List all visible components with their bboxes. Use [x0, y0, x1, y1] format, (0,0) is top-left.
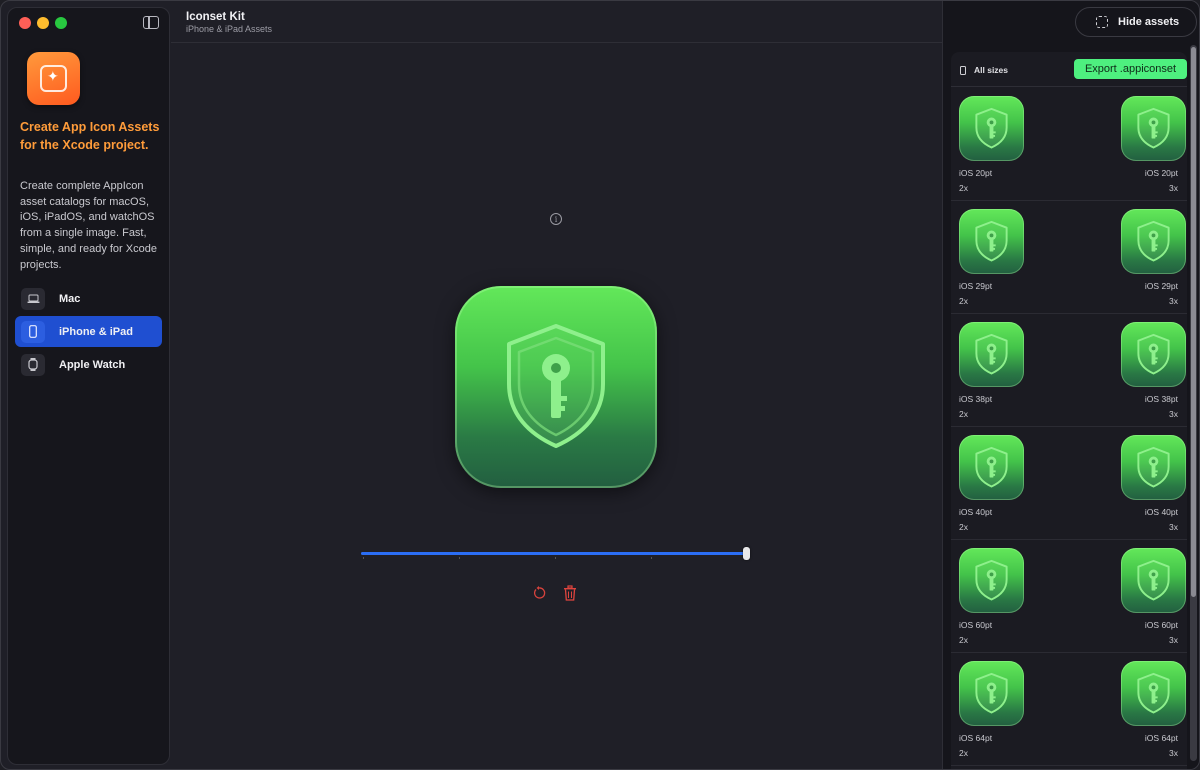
minimize-window-button[interactable] [37, 17, 49, 29]
size-slider[interactable] [361, 552, 747, 555]
assets-list: All sizes Export .appiconset iOS 20pt 2x… [951, 52, 1187, 769]
window-subtitle: iPhone & iPad Assets [186, 24, 273, 34]
delete-button[interactable] [561, 584, 579, 602]
app-icon-preview[interactable] [455, 286, 657, 488]
sidebar-headline: Create App Icon Assets for the Xcode pro… [20, 120, 160, 152]
asset-row: iOS 40pt 2x iOS 40pt 3x [951, 427, 1187, 540]
slider-tick [555, 557, 556, 559]
asset-size-label: iOS 64pt [959, 733, 993, 743]
sparkle-icon: ✦ [47, 68, 59, 84]
asset-scale-label: 2x [959, 522, 968, 532]
asset-thumbnail[interactable] [959, 548, 1024, 613]
slider-tick [363, 557, 364, 559]
asset-scale-label: 3x [1169, 635, 1178, 645]
window-title: Iconset Kit [186, 11, 245, 23]
asset-scale-label: 2x [959, 748, 968, 758]
sidebar-item-label: Mac [59, 292, 81, 305]
asset-row: iOS 29pt 2x iOS 29pt 3x [951, 201, 1187, 314]
dashed-square-icon [1096, 16, 1108, 28]
asset-row: iOS 38pt 2x iOS 38pt 3x [951, 314, 1187, 427]
app-window: ✦ Create App Icon Assets for the Xcode p… [0, 0, 1200, 770]
asset-thumbnail[interactable] [959, 322, 1024, 387]
export-appiconset-button[interactable]: Export .appiconset [1074, 59, 1187, 79]
asset-size-label: iOS 40pt [959, 507, 993, 517]
asset-scale-label: 2x [959, 296, 968, 306]
asset-thumbnail[interactable] [1121, 548, 1186, 613]
sidebar: ✦ Create App Icon Assets for the Xcode p… [7, 7, 170, 765]
slider-tick [651, 557, 652, 559]
reset-icon [533, 586, 546, 599]
asset-thumbnail[interactable] [959, 435, 1024, 500]
slider-knob[interactable] [743, 547, 750, 560]
asset-thumbnail[interactable] [959, 209, 1024, 274]
sidebar-description: Create complete AppIcon asset catalogs f… [20, 180, 157, 271]
asset-scale-label: 3x [1169, 183, 1178, 193]
sidebar-item-iphone-ipad[interactable]: iPhone & iPad [15, 316, 162, 347]
watch-icon [21, 353, 45, 376]
sidebar-item-label: iPhone & iPad [59, 325, 133, 338]
assets-panel: Hide assets All sizes Export .appiconset… [942, 1, 1199, 769]
laptop-icon [21, 287, 45, 310]
asset-row: iOS 64pt 2x iOS 64pt 3x [951, 653, 1187, 766]
app-logo: ✦ [27, 52, 80, 105]
zoom-window-button[interactable] [55, 17, 67, 29]
asset-size-label: iOS 64pt [1144, 733, 1178, 743]
phone-icon [21, 320, 45, 343]
sidebar-item-mac[interactable]: Mac [15, 283, 162, 314]
asset-size-label: iOS 20pt [959, 168, 993, 178]
asset-thumbnail[interactable] [1121, 435, 1186, 500]
asset-size-label: iOS 60pt [1144, 620, 1178, 630]
slider-tick [459, 557, 460, 559]
asset-row: iOS 20pt 2x iOS 20pt 3x [951, 88, 1187, 201]
asset-thumbnail[interactable] [1121, 209, 1186, 274]
sidebar-item-label: Apple Watch [59, 358, 126, 371]
asset-scale-label: 3x [1169, 522, 1178, 532]
hide-assets-button[interactable]: Hide assets [1075, 7, 1197, 37]
asset-size-label: iOS 29pt [959, 281, 993, 291]
phone-icon [960, 66, 966, 75]
hide-assets-label: Hide assets [1118, 16, 1180, 28]
asset-size-label: iOS 20pt [1144, 168, 1178, 178]
slider-fill [361, 552, 747, 555]
scrollbar-thumb[interactable] [1191, 47, 1196, 597]
asset-size-label: iOS 38pt [959, 394, 993, 404]
asset-thumbnail[interactable] [959, 96, 1024, 161]
reset-button[interactable] [530, 584, 548, 602]
asset-size-label: iOS 29pt [1144, 281, 1178, 291]
asset-thumbnail[interactable] [959, 661, 1024, 726]
asset-thumbnail[interactable] [1121, 322, 1186, 387]
sidebar-toggle-icon[interactable] [143, 16, 159, 29]
main-header: Iconset Kit iPhone & iPad Assets [171, 1, 942, 43]
asset-scale-label: 2x [959, 635, 968, 645]
asset-size-label: iOS 38pt [1144, 394, 1178, 404]
asset-size-label: iOS 60pt [959, 620, 993, 630]
asset-row: iOS 60pt 2x iOS 60pt 3x [951, 540, 1187, 653]
info-icon[interactable]: i [550, 213, 562, 225]
trash-icon [564, 585, 576, 601]
size-filter[interactable]: All sizes [974, 65, 1008, 75]
asset-thumbnail[interactable] [1121, 96, 1186, 161]
assets-header: All sizes Export .appiconset [951, 52, 1187, 87]
close-window-button[interactable] [19, 17, 31, 29]
asset-scale-label: 3x [1169, 748, 1178, 758]
asset-scale-label: 3x [1169, 409, 1178, 419]
asset-size-label: iOS 40pt [1144, 507, 1178, 517]
asset-scale-label: 2x [959, 183, 968, 193]
asset-thumbnail[interactable] [1121, 661, 1186, 726]
asset-scale-label: 3x [1169, 296, 1178, 306]
asset-scale-label: 2x [959, 409, 968, 419]
sidebar-item-apple-watch[interactable]: Apple Watch [15, 349, 162, 380]
